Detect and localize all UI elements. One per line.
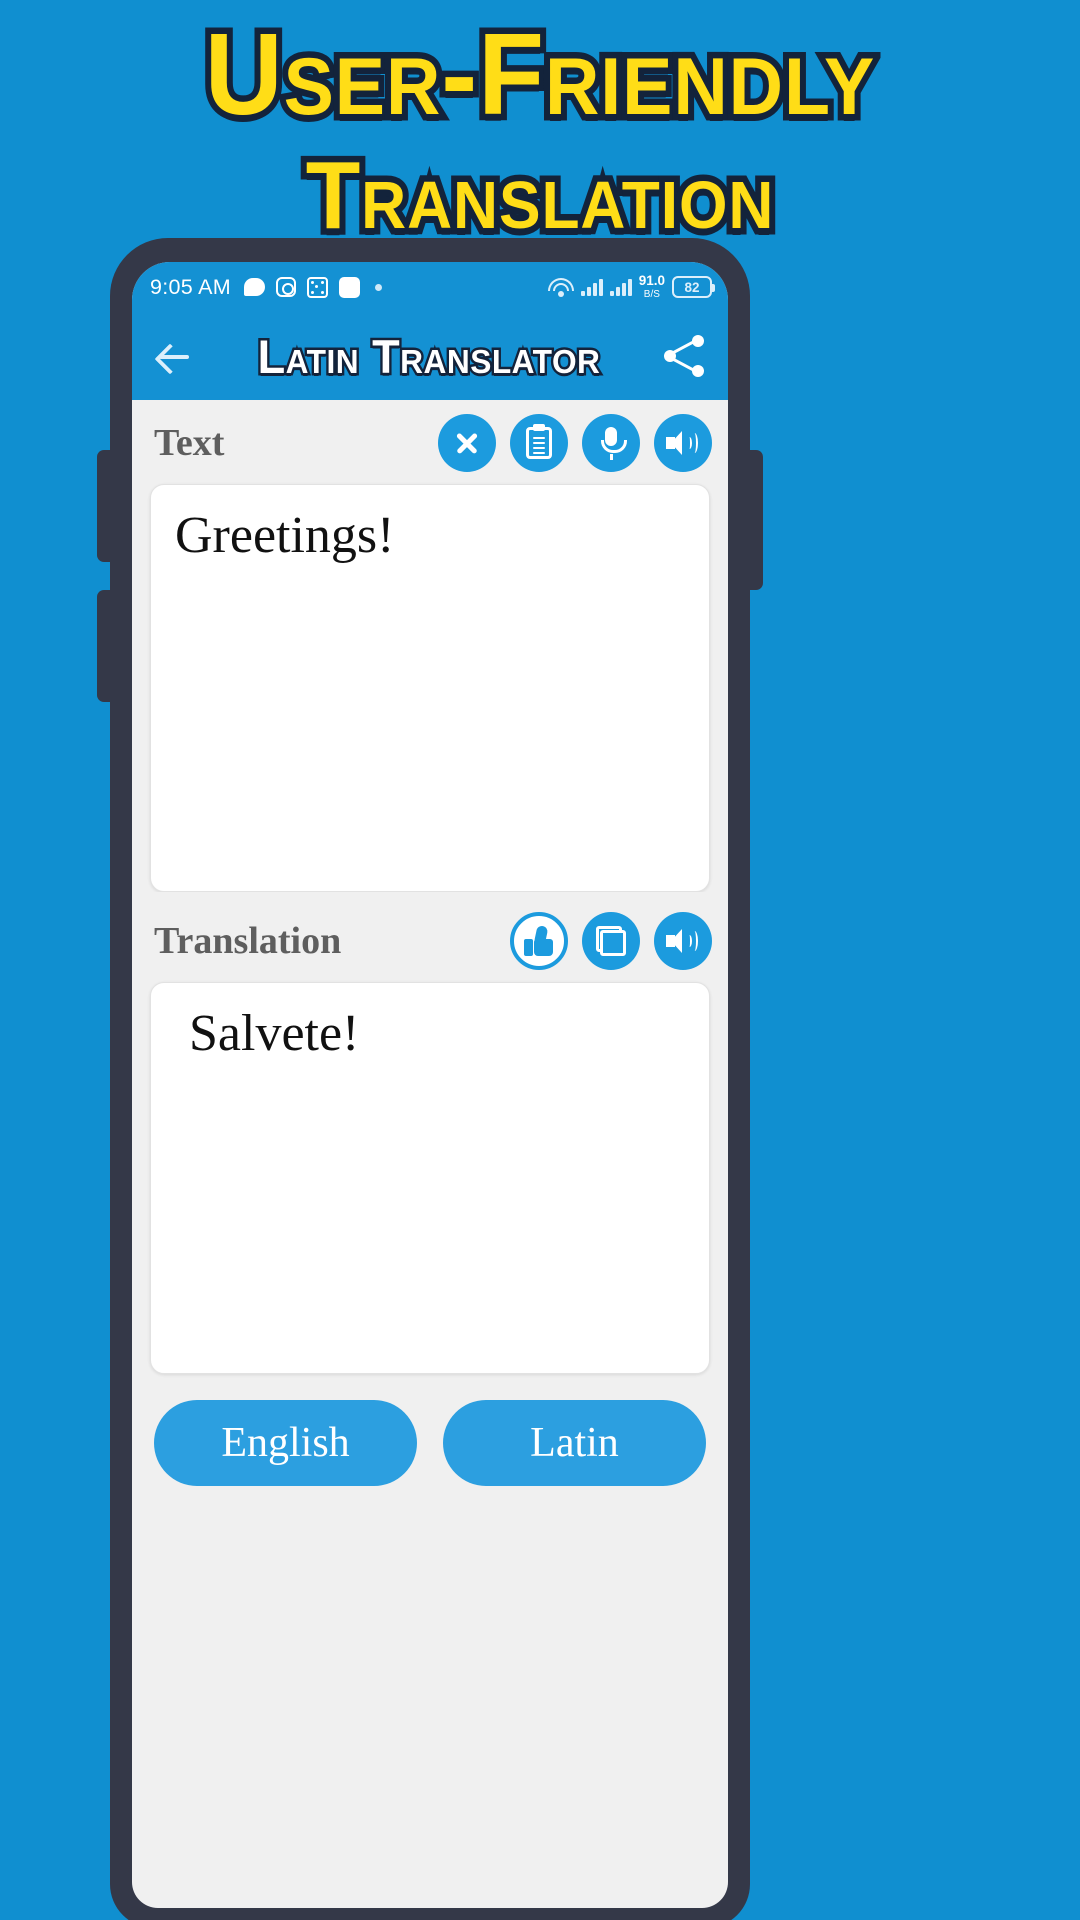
battery-level-text: 82 — [684, 279, 700, 295]
like-button[interactable] — [510, 912, 568, 970]
network-speed-unit: B/S — [643, 289, 660, 301]
thumbs-up-icon — [524, 925, 554, 956]
status-bar-clock: 9:05 AM — [150, 274, 231, 299]
power-button[interactable] — [749, 450, 763, 590]
clipboard-icon — [526, 427, 552, 459]
square-icon — [338, 276, 360, 298]
copy-button[interactable] — [582, 912, 640, 970]
close-icon — [452, 428, 482, 458]
source-section-label: Text — [154, 422, 225, 464]
page-title: Latin Translator — [255, 327, 602, 385]
app-bar: Latin Translator — [132, 312, 728, 400]
status-bar-notifications — [243, 276, 382, 298]
dot-icon — [374, 283, 382, 291]
translation-output[interactable]: Salvete! — [150, 982, 710, 1374]
instagram-icon — [275, 277, 296, 297]
clear-button[interactable] — [438, 414, 496, 472]
wifi-icon — [547, 277, 574, 297]
status-bar-system-icons: 91.0 B/S 82 — [547, 274, 715, 301]
volume-down-button[interactable] — [97, 590, 111, 702]
source-text-input[interactable]: Greetings! — [150, 484, 710, 892]
signal-bars-icon-2 — [609, 278, 632, 296]
target-section-actions — [510, 912, 712, 970]
dice-icon — [306, 276, 328, 298]
speaker-icon — [666, 429, 700, 457]
microphone-icon — [598, 427, 627, 460]
back-arrow-icon[interactable] — [154, 335, 196, 377]
promo-headline-line-1: User-Friendly — [199, 9, 881, 139]
source-section-actions — [438, 414, 712, 472]
phone-screen: 9:05 AM 91.0 B/S 82 Latin Translator Tex… — [132, 262, 728, 1908]
network-speed-indicator: 91.0 B/S — [639, 274, 665, 301]
promo-headline-line-2: Translation — [300, 141, 780, 250]
source-text-value: Greetings! — [175, 507, 395, 564]
share-icon[interactable] — [662, 334, 706, 378]
mic-button[interactable] — [582, 414, 640, 472]
status-bar: 9:05 AM 91.0 B/S 82 — [132, 262, 728, 312]
target-section-header: Translation — [132, 892, 728, 982]
target-language-button[interactable]: Latin — [443, 1400, 706, 1486]
source-section-header: Text — [132, 400, 728, 484]
paste-button[interactable] — [510, 414, 568, 472]
phone-mockup: 9:05 AM 91.0 B/S 82 Latin Translator Tex… — [97, 238, 763, 1920]
signal-bars-icon-1 — [580, 278, 603, 296]
screenshot-root: User-Friendly Translation 9:05 AM 91.0 B… — [0, 0, 1080, 1920]
promo-headline: User-Friendly Translation — [0, 0, 1080, 251]
target-section-label: Translation — [154, 920, 342, 962]
battery-indicator: 82 — [672, 276, 715, 298]
chat-icon — [243, 278, 265, 296]
translation-text-value: Salvete! — [189, 1005, 360, 1062]
source-speak-button[interactable] — [654, 414, 712, 472]
network-speed-value: 91.0 — [638, 272, 665, 288]
copy-swap-icon — [596, 926, 626, 956]
target-speak-button[interactable] — [654, 912, 712, 970]
language-selector-bar: English Latin — [132, 1374, 728, 1486]
volume-up-button[interactable] — [97, 450, 111, 562]
speaker-icon — [666, 927, 700, 955]
source-language-button[interactable]: English — [154, 1400, 417, 1486]
